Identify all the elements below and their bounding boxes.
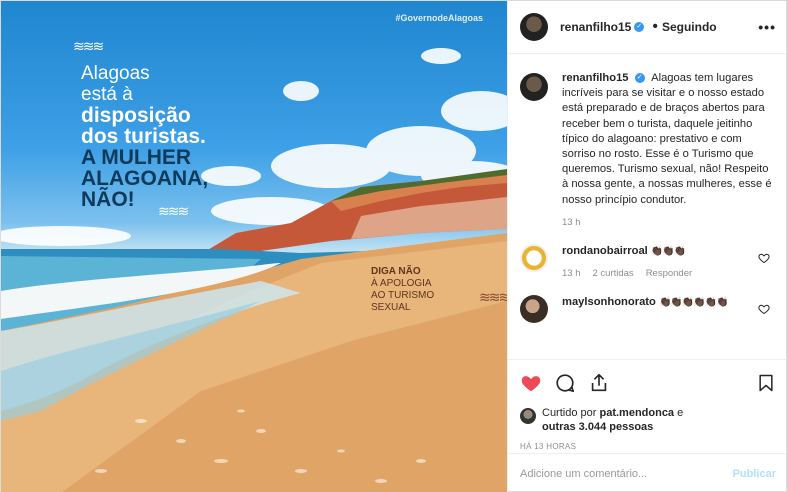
post-actions: Curtido por pat.mendonca e outras 3.044 … (508, 359, 787, 451)
beach-scene (1, 48, 507, 492)
caption-username[interactable]: renanfilho15 (562, 72, 629, 84)
post-image[interactable]: #GovernodeAlagoas ≋≋≋ Alagoas está à dis… (1, 1, 507, 492)
post-header: renanfilho15 ✓ • Seguindo ••• (508, 1, 787, 54)
hashtag-label: #GovernodeAlagoas (395, 13, 483, 23)
author-avatar[interactable] (520, 13, 548, 41)
liker-username[interactable]: pat.mendonca (599, 407, 674, 419)
reply-button[interactable]: Responder (646, 268, 692, 279)
wave-icon: ≋≋≋ (479, 289, 507, 305)
action-bar (520, 370, 776, 396)
add-comment-bar: Publicar (508, 453, 787, 492)
headline-line-6: ALAGOANA, (81, 167, 209, 190)
comment-meta: 13 h 2 curtidas Responder (562, 268, 762, 279)
following-button[interactable]: Seguindo (662, 20, 717, 34)
likes-prefix: Curtido por (542, 407, 597, 419)
verified-badge-icon: ✓ (634, 22, 645, 32)
publish-button[interactable]: Publicar (733, 468, 776, 480)
heart-icon[interactable] (520, 372, 542, 394)
more-options-icon[interactable]: ••• (758, 19, 776, 35)
comment-username[interactable]: maylsonhonorato (562, 296, 656, 308)
commenter-avatar[interactable] (520, 294, 548, 323)
campaign-label: DIGA NÃO À APOLOGIA AO TURISMO SEXUAL (371, 266, 434, 314)
caption-text: renanfilho15 ✓ Alagoas tem lugares incrí… (562, 71, 776, 208)
comment-item: maylsonhonorato 👏🏿👏🏿👏🏿👏🏿👏🏿👏🏿 (520, 294, 776, 323)
clapping-emoji: 👏🏿👏🏿👏🏿👏🏿👏🏿👏🏿 (658, 296, 729, 308)
headline-line-5: A MULHER (81, 146, 192, 169)
headline-line-4: dos turistas. (81, 125, 206, 148)
campaign-line-1: DIGA NÃO (371, 266, 421, 277)
comment-time[interactable]: 13 h (562, 268, 581, 279)
headline-line-3: disposição (81, 104, 191, 127)
image-headline: Alagoas está à disposição dos turistas. … (81, 63, 208, 210)
like-comment-icon[interactable] (758, 303, 770, 315)
caption-time[interactable]: 13 h (562, 217, 581, 228)
campaign-line-4: SEXUAL (371, 302, 411, 313)
headline-line-1: Alagoas (81, 63, 150, 84)
likes-suffix: e (677, 407, 684, 419)
comments-section[interactable]: renanfilho15 ✓ Alagoas tem lugares incrí… (508, 55, 787, 358)
clapping-emoji: 👏🏿👏🏿👏🏿 (650, 245, 686, 257)
bookmark-icon[interactable] (756, 372, 776, 394)
share-icon[interactable] (588, 372, 610, 394)
comment-username[interactable]: rondanobairroal (562, 245, 648, 257)
comment-text: rondanobairroal 👏🏿👏🏿👏🏿 (562, 244, 762, 259)
author-avatar[interactable] (520, 73, 548, 101)
comment-icon[interactable] (554, 372, 576, 394)
liker-avatar[interactable] (520, 408, 536, 424)
author-username[interactable]: renanfilho15 (560, 20, 631, 34)
wave-icon: ≋≋≋ (158, 203, 189, 219)
comment-likes[interactable]: 2 curtidas (593, 268, 634, 279)
post-timestamp[interactable]: HÁ 13 HORAS (520, 442, 776, 451)
caption-body: Alagoas tem lugares incríveis para se vi… (562, 72, 772, 206)
post-sidebar: renanfilho15 ✓ • Seguindo ••• renanfilho… (507, 1, 787, 492)
comment-item: rondanobairroal 👏🏿👏🏿👏🏿 13 h 2 curtidas R… (520, 243, 776, 279)
comment-input[interactable] (520, 467, 733, 480)
likes-summary: Curtido por pat.mendonca e outras 3.044 … (520, 406, 776, 434)
like-comment-icon[interactable] (758, 252, 770, 264)
separator-dot: • (652, 18, 658, 35)
instagram-post: #GovernodeAlagoas ≋≋≋ Alagoas está à dis… (0, 0, 787, 492)
comment-text: maylsonhonorato 👏🏿👏🏿👏🏿👏🏿👏🏿👏🏿 (562, 295, 762, 323)
commenter-avatar[interactable] (520, 243, 548, 272)
caption: renanfilho15 ✓ Alagoas tem lugares incrí… (520, 71, 776, 228)
headline-line-2: está à (81, 84, 133, 105)
headline-line-7: NÃO! (81, 188, 135, 211)
wave-icon: ≋≋≋ (73, 38, 104, 54)
campaign-line-2: À APOLOGIA (371, 278, 432, 289)
likes-others[interactable]: outras 3.044 pessoas (542, 421, 653, 433)
campaign-line-3: AO TURISMO (371, 290, 435, 301)
caption-meta: 13 h (562, 217, 776, 228)
verified-badge-icon: ✓ (634, 73, 645, 84)
